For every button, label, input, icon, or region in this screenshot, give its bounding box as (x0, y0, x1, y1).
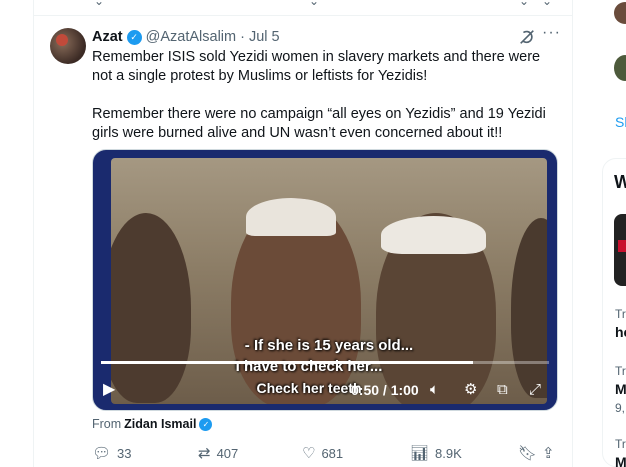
author-avatar[interactable] (50, 28, 86, 64)
reply-button[interactable]: 💬︎ 33 (92, 444, 132, 462)
video-person-cap (381, 216, 486, 254)
attribution-prefix: From (92, 417, 122, 431)
volume-icon[interactable]: 🔈︎ (430, 378, 439, 402)
video-time: 0:50 / 1:00 (351, 382, 419, 398)
trend-label: Tr (615, 364, 626, 378)
attribution-name[interactable]: Zidan Ismail (124, 417, 196, 431)
author-name[interactable]: Azat (92, 29, 123, 45)
trend-title[interactable]: M (615, 454, 626, 467)
reply-icon[interactable]: ⌄ (94, 0, 104, 8)
repost-count: 407 (216, 445, 239, 461)
previous-tweet-actions: ⌄ ⌄ ⌄ ⌄ (34, 0, 572, 16)
views-button[interactable]: 📊︎ 8.9K (410, 444, 462, 462)
views-count: 8.9K (435, 445, 462, 461)
trend-title[interactable]: M (615, 381, 626, 397)
trend-meta: 9, (615, 401, 626, 415)
video-progress-bar[interactable] (101, 361, 549, 364)
tweet-text: Remember ISIS sold Yezidi women in slave… (92, 49, 546, 141)
like-button[interactable]: ♡ 681 (302, 444, 343, 462)
video-frame: - If she is 15 years old... I have to ch… (111, 158, 547, 404)
heart-icon: ♡ (302, 445, 316, 462)
play-icon[interactable]: ▶ (103, 378, 115, 402)
like-count: 681 (321, 445, 344, 461)
video-progress-fill (101, 361, 473, 364)
fullscreen-icon[interactable]: ⤢ (529, 378, 541, 402)
bookmark-icon: 🔖︎ (518, 445, 538, 462)
timeline-column: ⌄ ⌄ ⌄ ⌄ Azat ✓ @AzatAlsalim · Jul 5 ··· … (33, 0, 573, 467)
suggested-user-avatar[interactable] (614, 2, 626, 24)
more-options-icon[interactable]: ··· (542, 24, 561, 42)
right-sidebar: Sh W Tr he Tr M 9, Tr M (600, 0, 626, 467)
bookmark-button[interactable]: 🔖︎ (518, 444, 537, 462)
trend-label: Tr (615, 307, 626, 321)
reply-count: 33 (117, 445, 132, 461)
tweet-header: Azat ✓ @AzatAlsalim · Jul 5 (92, 28, 280, 46)
video-player[interactable]: - If she is 15 years old... I have to ch… (92, 149, 558, 411)
tweet-actions: 💬︎ 33 ⇄ 407 ♡ 681 📊︎ 8.9K 🔖︎ ⇪ (92, 444, 562, 464)
bookmark-icon[interactable]: ⌄ (519, 0, 529, 8)
video-subtitle: - If she is 15 years old... (244, 337, 414, 354)
verified-badge-icon: ✓ (126, 29, 142, 45)
reply-icon: 💬︎ (92, 445, 112, 462)
trend-title[interactable]: he (615, 324, 626, 340)
grok-icon[interactable] (518, 28, 536, 46)
tweet-date[interactable]: Jul 5 (249, 29, 280, 45)
video-person-cap (246, 198, 336, 236)
separator-dot: · (240, 29, 245, 45)
settings-gear-icon[interactable]: ⚙ (464, 378, 477, 402)
trends-heading: W (614, 172, 626, 192)
verified-badge-icon: ✓ (199, 417, 213, 431)
video-attribution: From Zidan Ismail ✓ (92, 417, 213, 431)
repost-button[interactable]: ⇄ 407 (198, 444, 238, 462)
share-icon[interactable]: ⌄ (542, 0, 552, 8)
share-button[interactable]: ⇪ (542, 444, 555, 462)
author-handle[interactable]: @AzatAlsalim (146, 29, 236, 45)
like-icon[interactable]: ⌄ (309, 0, 319, 8)
share-icon: ⇪ (542, 445, 555, 462)
trend-thumbnail[interactable] (614, 214, 626, 286)
repost-icon: ⇄ (198, 445, 211, 462)
trend-label: Tr (615, 437, 626, 451)
bar-chart-icon: 📊︎ (410, 445, 430, 462)
suggested-user-avatar[interactable] (614, 55, 626, 81)
video-controls: ▶ 0:50 / 1:00 🔈︎ ⚙ ⧉ ⤢ (93, 378, 557, 402)
show-more-link[interactable]: Sh (615, 114, 626, 130)
picture-in-picture-icon[interactable]: ⧉ (497, 378, 508, 402)
